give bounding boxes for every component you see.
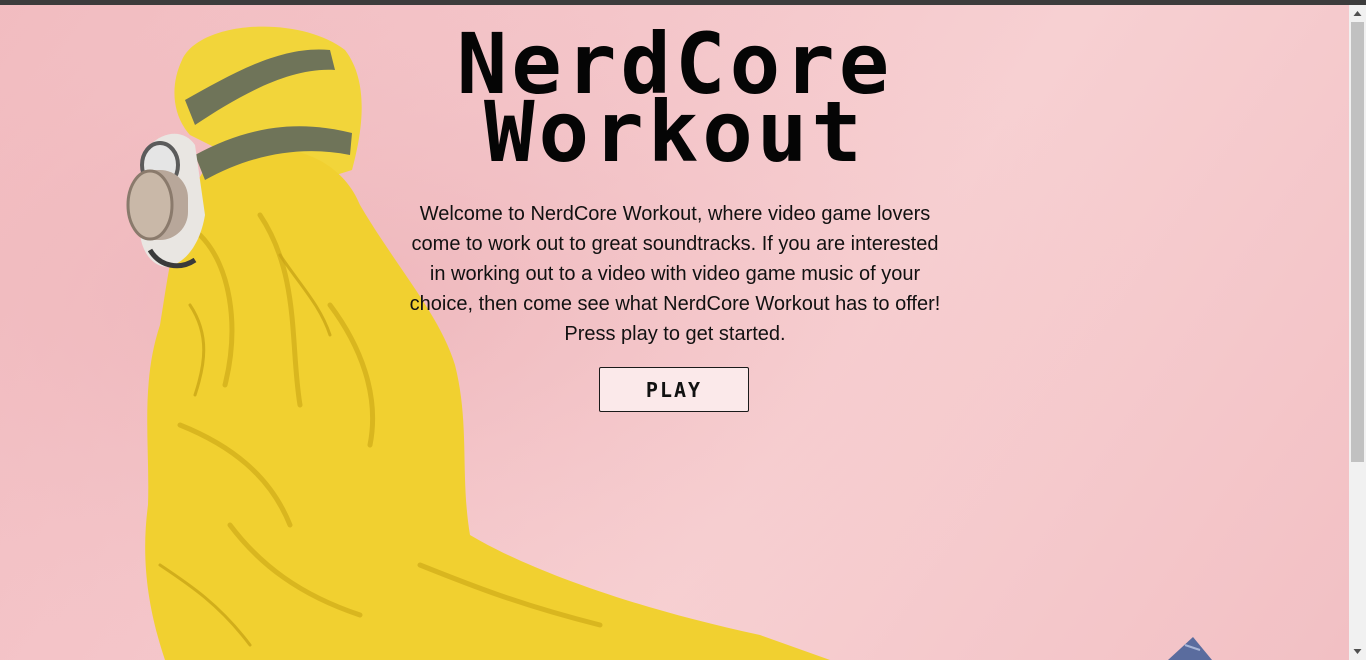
hero-section: NerdCore Workout Welcome to NerdCore Wor… (0, 5, 1349, 660)
triangle-down-icon[interactable] (1349, 643, 1366, 660)
play-button[interactable]: PLAY (599, 367, 749, 412)
vertical-scrollbar[interactable] (1349, 5, 1366, 660)
triangle-up-icon[interactable] (1349, 5, 1366, 22)
page-title-line-2: Workout (483, 83, 866, 181)
scrollbar-thumb[interactable] (1351, 22, 1364, 462)
page-title: NerdCore Workout (335, 22, 1015, 181)
intro-text: Welcome to NerdCore Workout, where video… (409, 203, 941, 345)
